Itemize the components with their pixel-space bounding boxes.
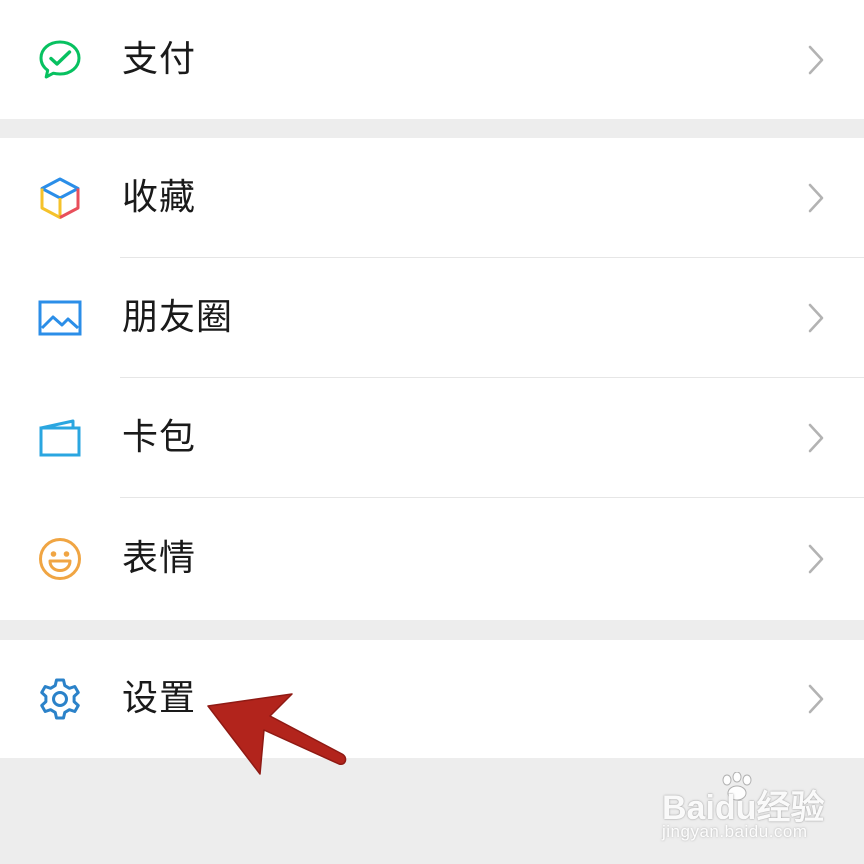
menu-item-stickers[interactable]: 表情 [0,498,864,620]
sticker-smile-icon [37,536,83,582]
menu-group-pay: 支付 [0,0,864,119]
wechat-pay-icon [37,37,83,83]
chevron-right-icon [806,422,826,454]
favorites-cube-icon [37,175,83,221]
paw-logo-icon [722,772,752,801]
gear-icon [37,676,83,722]
menu-item-pay[interactable]: 支付 [0,0,864,119]
menu-item-label: 朋友圈 [122,297,234,338]
chevron-right-icon [806,302,826,334]
watermark-url: jingyan.baidu.com [662,822,808,841]
menu-item-settings[interactable]: 设置 [0,640,864,758]
menu-item-label: 设置 [122,678,197,719]
watermark-brand: Baidu经验 [662,789,825,827]
chevron-right-icon [806,543,826,575]
chevron-right-icon [806,683,826,715]
chevron-right-icon [806,44,826,76]
menu-item-favorites[interactable]: 收藏 [0,138,864,258]
menu-item-moments[interactable]: 朋友圈 [0,258,864,378]
menu-item-label: 表情 [122,538,197,579]
menu-group-main: 收藏 朋友圈 卡包 表情 [0,138,864,620]
menu-item-label: 收藏 [122,177,197,218]
card-wallet-icon [37,415,83,461]
chevron-right-icon [806,182,826,214]
menu-group-settings: 设置 [0,640,864,758]
menu-item-label: 支付 [122,39,197,80]
baidu-jingyan-watermark: Baidu经验 jingyan.baidu.com [662,772,832,848]
menu-item-card-wallet[interactable]: 卡包 [0,378,864,498]
moments-picture-icon [37,295,83,341]
menu-item-label: 卡包 [122,417,197,458]
